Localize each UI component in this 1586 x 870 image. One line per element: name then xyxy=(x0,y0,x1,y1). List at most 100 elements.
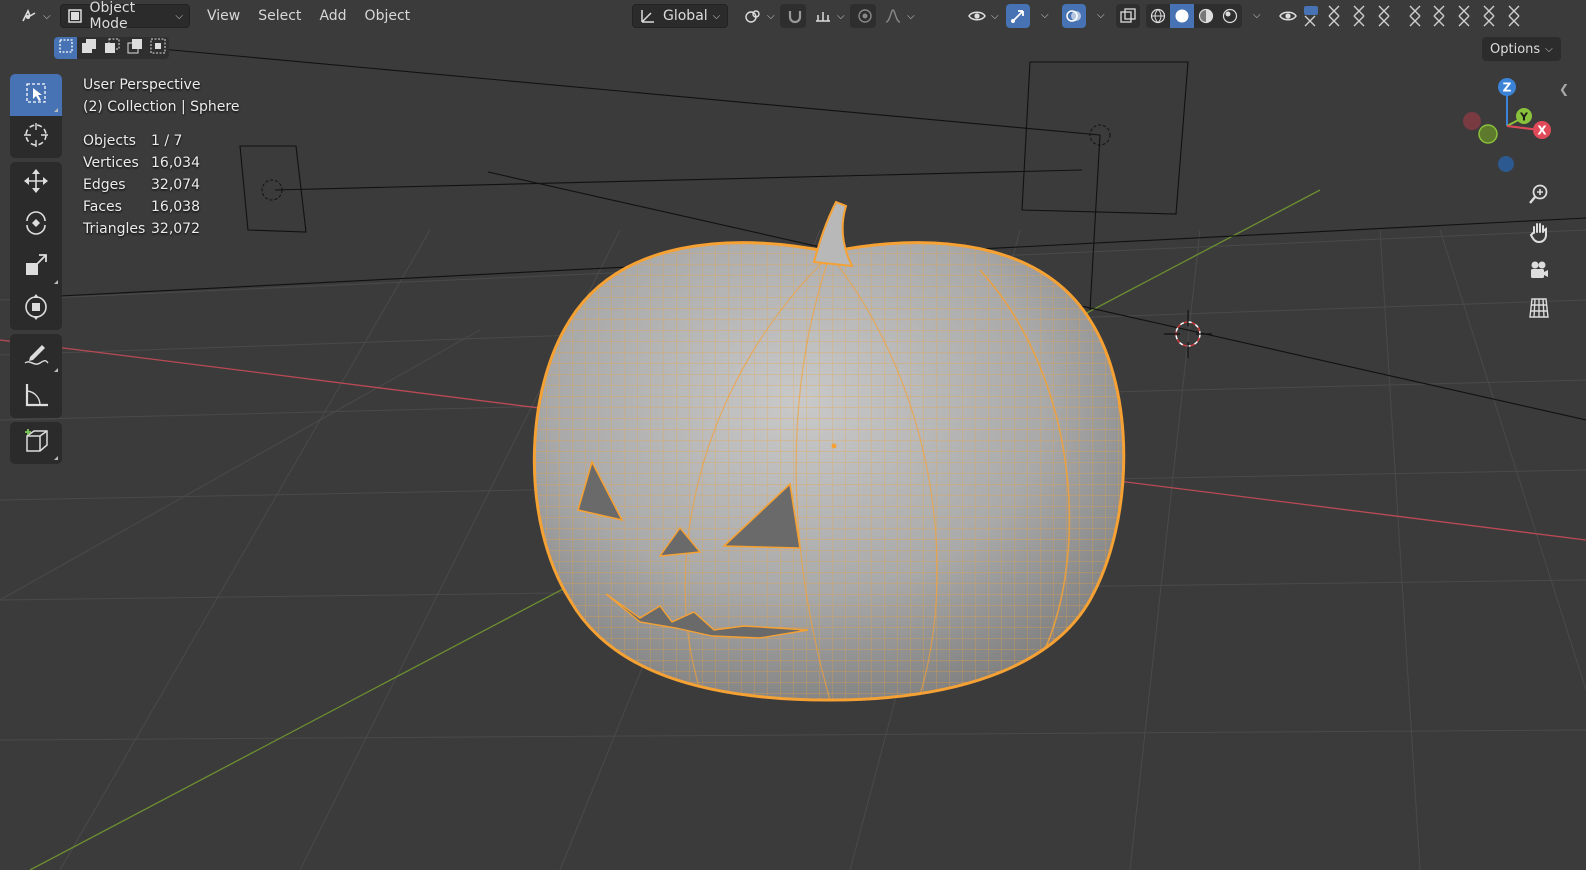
ortho-toggle-button[interactable] xyxy=(1524,295,1554,325)
move-arrows-icon xyxy=(22,167,50,199)
z-axis-label: Z xyxy=(1503,81,1512,95)
snap-increment-icon xyxy=(814,7,832,25)
add-cube-tool[interactable] xyxy=(10,422,62,464)
object-origin xyxy=(831,443,837,449)
pan-button[interactable] xyxy=(1524,219,1554,249)
material-shading-button[interactable] xyxy=(1194,4,1218,28)
measure-tool[interactable] xyxy=(10,376,62,418)
proportional-falloff-dropdown[interactable]: ⌵ xyxy=(878,4,915,28)
gizmo-toggle[interactable] xyxy=(1006,4,1030,28)
xray-toggle[interactable] xyxy=(1116,4,1140,28)
select-intersect-icon xyxy=(150,38,166,58)
cursor-icon xyxy=(22,121,50,153)
transform-orientation-label: Global xyxy=(663,8,708,24)
stat-row: Triangles 32,072 xyxy=(83,218,239,240)
transform-tool[interactable] xyxy=(10,288,62,330)
chevron-down-icon: ⌵ xyxy=(175,10,183,22)
editor-type-button[interactable]: ⌵ xyxy=(14,4,51,28)
chevron-down-icon: ⌵ xyxy=(837,10,845,22)
camera-view-button[interactable] xyxy=(1524,257,1554,287)
move-tool[interactable] xyxy=(10,162,62,204)
measure-ruler-icon xyxy=(22,381,50,413)
stat-row: Objects 1 / 7 xyxy=(83,130,239,152)
tool-submenu-indicator xyxy=(54,280,58,284)
solid-shading-icon xyxy=(1173,7,1191,25)
snap-magnet-icon xyxy=(786,7,804,25)
cursor-tool[interactable] xyxy=(10,116,62,158)
stat-value: 32,074 xyxy=(151,177,200,193)
3d-viewport[interactable]: ⌵ Object Mode ⌵ View Select Add Object G… xyxy=(0,0,1586,870)
menu-select[interactable]: Select xyxy=(249,4,310,28)
restrict-toggle-row[interactable] xyxy=(1302,4,1552,28)
scale-tool[interactable] xyxy=(10,246,62,288)
stat-value: 16,038 xyxy=(151,199,200,215)
wireframe-shading-icon xyxy=(1149,7,1167,25)
object-visibility-dropdown[interactable]: ⌵ xyxy=(962,4,1000,28)
3d-cursor xyxy=(1164,310,1212,358)
neg-y-axis-handle[interactable] xyxy=(1478,124,1498,144)
stat-value: 1 / 7 xyxy=(151,133,183,149)
transform-orientation-icon xyxy=(639,7,657,25)
solid-shading-button[interactable] xyxy=(1170,4,1194,28)
chevron-down-icon: ⌵ xyxy=(907,10,915,22)
overlays-chevron-down-icon[interactable]: ⌵ xyxy=(1097,10,1105,21)
tool-submenu-indicator xyxy=(54,456,58,460)
tool-submenu-indicator xyxy=(54,108,58,112)
add-cube-icon xyxy=(22,427,50,459)
rotate-icon xyxy=(22,209,50,241)
select-intersect-button[interactable] xyxy=(146,37,169,59)
annotate-tool[interactable] xyxy=(10,334,62,376)
stat-label: Edges xyxy=(83,177,126,193)
pivot-point-dropdown[interactable]: ⌵ xyxy=(738,4,775,28)
neg-x-axis-handle[interactable] xyxy=(1463,112,1481,130)
visibility-eye-button[interactable] xyxy=(1276,4,1300,28)
select-new-button[interactable] xyxy=(54,37,77,59)
snap-target-dropdown[interactable]: ⌵ xyxy=(808,4,845,28)
rendered-shading-button[interactable] xyxy=(1218,4,1242,28)
select-new-icon xyxy=(58,38,74,58)
select-box-tool[interactable] xyxy=(10,74,62,116)
navigation-gizmo[interactable]: Z Y X xyxy=(1458,76,1556,174)
stat-label: Vertices xyxy=(83,155,139,171)
viewport-info-overlay: User Perspective (2) Collection | Sphere… xyxy=(83,74,239,240)
select-subtract-button[interactable] xyxy=(100,37,123,59)
transform-orientation-dropdown[interactable]: Global ⌵ xyxy=(632,4,728,28)
rotate-tool[interactable] xyxy=(10,204,62,246)
material-shading-icon xyxy=(1197,7,1215,25)
zoom-icon xyxy=(1528,183,1550,209)
gizmo-chevron-down-icon[interactable]: ⌵ xyxy=(1041,10,1049,21)
select-invert-button[interactable] xyxy=(123,37,146,59)
select-extend-icon xyxy=(81,38,97,58)
mode-dropdown[interactable]: Object Mode ⌵ xyxy=(60,0,190,32)
stat-row: Vertices 16,034 xyxy=(83,152,239,174)
options-dropdown[interactable]: Options ⌵ xyxy=(1482,37,1561,61)
chevron-down-icon: ⌵ xyxy=(712,10,721,22)
wireframe-shading-button[interactable] xyxy=(1146,4,1170,28)
chevron-down-icon: ⌵ xyxy=(991,10,999,22)
select-box-icon xyxy=(24,81,48,109)
chevron-down-icon: ⌵ xyxy=(43,10,51,22)
stat-row: Edges 32,074 xyxy=(83,174,239,196)
snap-toggle[interactable] xyxy=(780,4,806,28)
pumpkin-mesh xyxy=(532,200,1126,702)
eye-icon xyxy=(1279,7,1297,25)
menu-object[interactable]: Object xyxy=(356,4,420,28)
overlays-toggle[interactable] xyxy=(1062,4,1086,28)
sidebar-toggle-chevron-icon[interactable]: ❮ xyxy=(1559,82,1569,96)
proportional-edit-toggle[interactable] xyxy=(850,4,876,28)
xray-icon xyxy=(1119,7,1137,25)
grid-ortho-icon xyxy=(1528,297,1550,323)
neg-z-axis-handle[interactable] xyxy=(1498,156,1514,172)
overlays-icon xyxy=(1065,7,1083,25)
menu-view[interactable]: View xyxy=(198,4,249,28)
editor-type-icon xyxy=(20,7,38,25)
select-extend-button[interactable] xyxy=(77,37,100,59)
tool-submenu-indicator xyxy=(54,368,58,372)
shading-chevron-down-icon[interactable]: ⌵ xyxy=(1253,10,1261,21)
camera-icon xyxy=(1528,259,1550,285)
zoom-button[interactable] xyxy=(1524,181,1554,211)
pivot-point-icon xyxy=(744,7,762,25)
select-subtract-icon xyxy=(104,38,120,58)
menu-add[interactable]: Add xyxy=(310,4,355,28)
object-mode-icon xyxy=(67,7,84,25)
